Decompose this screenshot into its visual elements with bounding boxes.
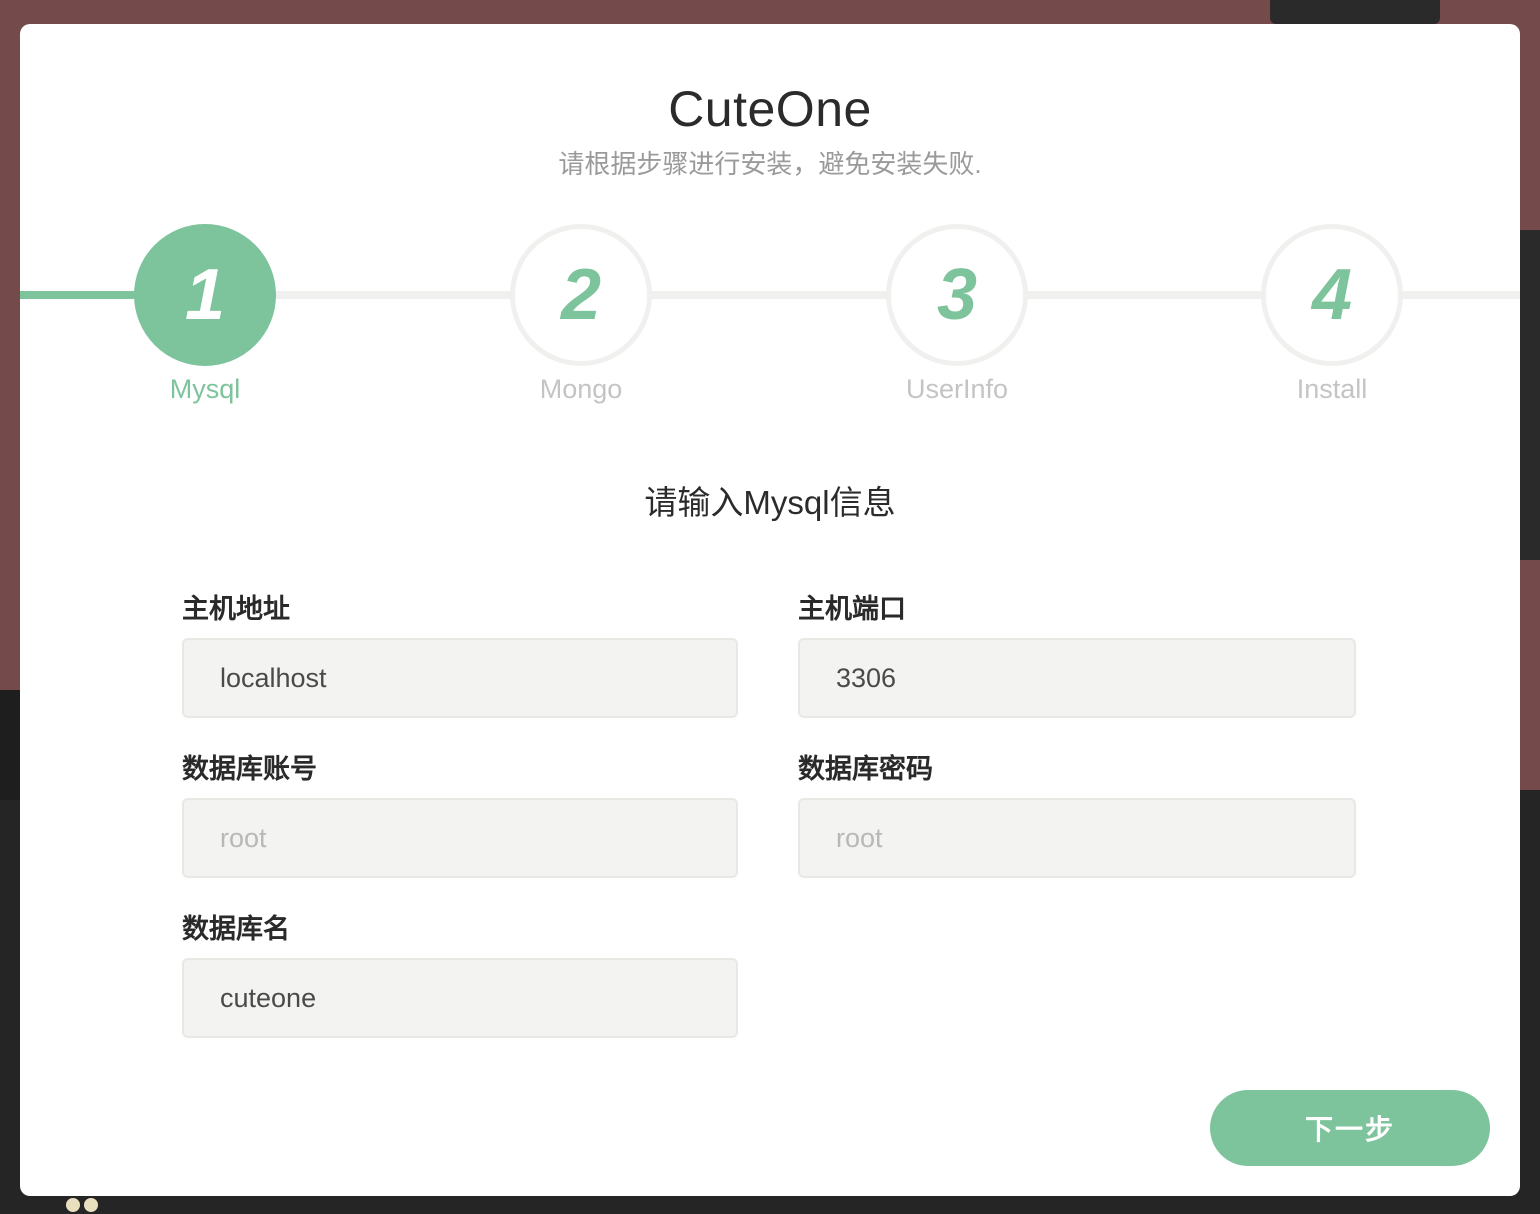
step-userinfo[interactable]: 3 UserInfo: [886, 224, 1028, 405]
host-input[interactable]: [182, 638, 738, 718]
step-number: 3: [886, 224, 1028, 366]
step-number: 4: [1261, 224, 1403, 366]
db-user-field-group: 数据库账号: [182, 750, 738, 878]
step-label: Mysql: [169, 374, 241, 404]
db-user-input[interactable]: [182, 798, 738, 878]
app-title: CuteOne: [668, 81, 872, 137]
db-password-input[interactable]: [798, 798, 1356, 878]
port-field-group: 主机端口: [798, 590, 1356, 718]
step-label: UserInfo: [905, 374, 1009, 404]
backdrop-dots: [66, 1196, 106, 1214]
step-label: Mongo: [539, 374, 623, 404]
port-label: 主机端口: [798, 594, 906, 624]
port-input[interactable]: [798, 638, 1356, 718]
stepper-progress: [20, 291, 140, 299]
section-title: 请输入Mysql信息: [644, 484, 896, 521]
backdrop-shape-right: [1520, 230, 1540, 560]
db-password-label: 数据库密码: [798, 754, 933, 784]
db-user-label: 数据库账号: [182, 754, 317, 784]
db-name-field-group: 数据库名: [182, 910, 738, 1038]
host-label: 主机地址: [182, 594, 290, 624]
step-number: 2: [510, 224, 652, 366]
install-dialog: CuteOne 请根据步骤进行安装，避免安装失败. 1 Mysql 2 Mong…: [20, 24, 1520, 1196]
backdrop-shape-top: [1270, 0, 1440, 24]
db-name-label: 数据库名: [182, 914, 290, 944]
db-name-input[interactable]: [182, 958, 738, 1038]
step-number: 1: [134, 224, 276, 366]
host-field-group: 主机地址: [182, 590, 738, 718]
db-password-field-group: 数据库密码: [798, 750, 1356, 878]
backdrop-shape-left: [0, 690, 20, 800]
app-subtitle: 请根据步骤进行安装，避免安装失败.: [558, 149, 982, 179]
step-mysql[interactable]: 1 Mysql: [134, 224, 276, 405]
next-step-button[interactable]: 下一步: [1210, 1090, 1490, 1166]
step-mongo[interactable]: 2 Mongo: [510, 224, 652, 405]
step-install[interactable]: 4 Install: [1261, 224, 1403, 405]
step-label: Install: [1296, 374, 1368, 404]
